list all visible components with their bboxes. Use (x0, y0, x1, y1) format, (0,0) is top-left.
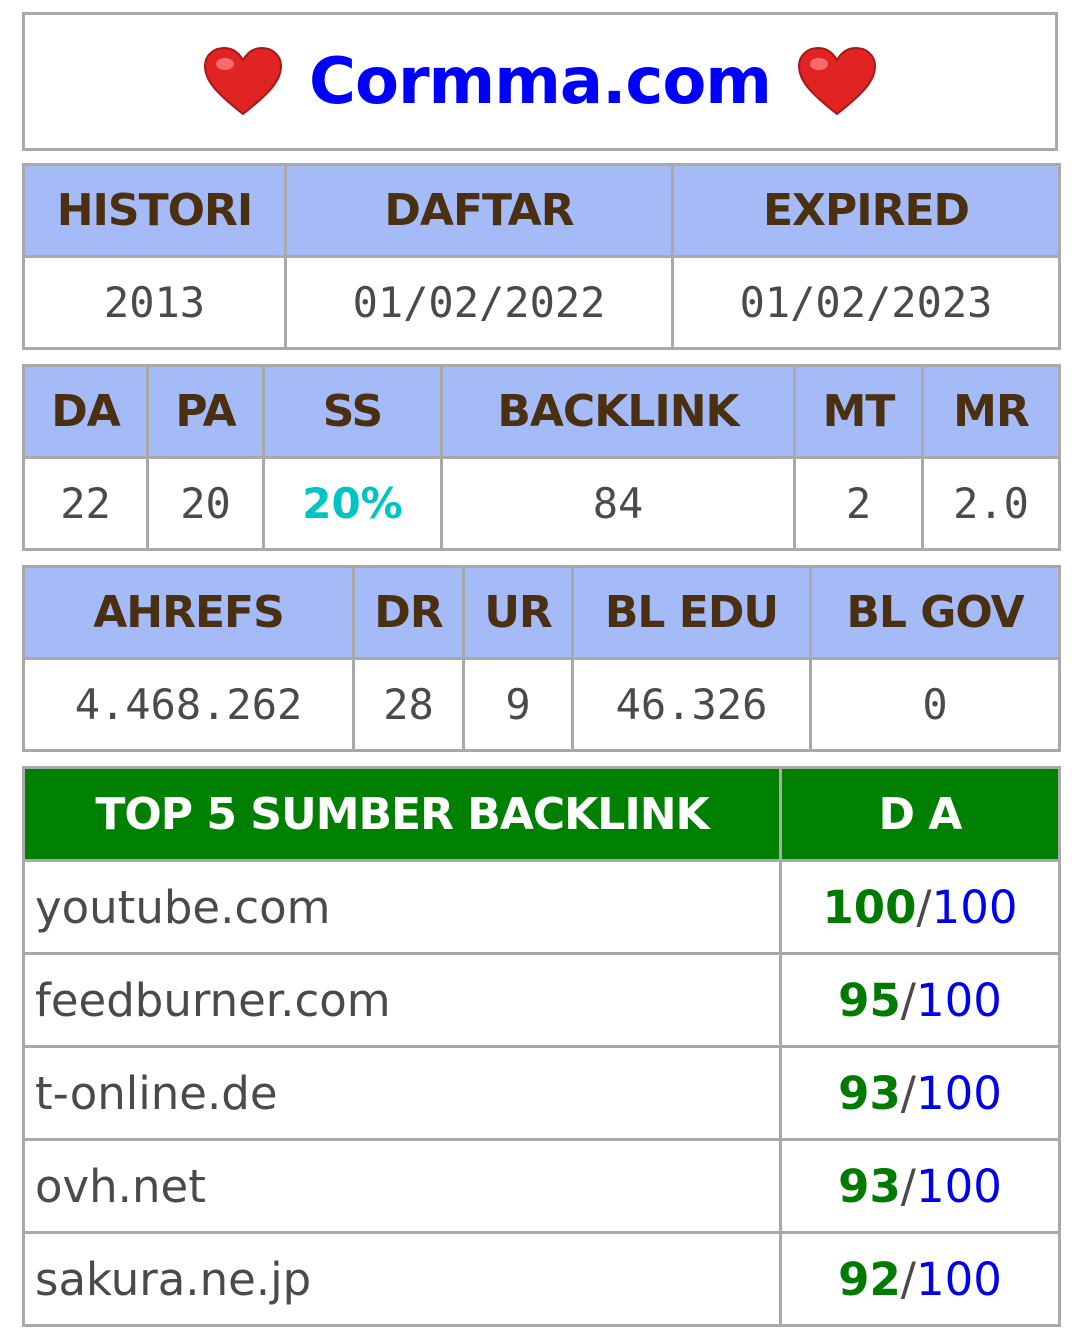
da-score: 93 (838, 1066, 901, 1120)
histori-value: 2013 (22, 255, 287, 350)
da-separator: / (900, 973, 916, 1027)
header-da: D A (779, 766, 1061, 862)
backlink-da: 93/100 (779, 1045, 1061, 1141)
table-header-row: AHREFS DR UR BL EDU BL GOV (22, 565, 1061, 660)
header-top-sources: TOP 5 SUMBER BACKLINK (22, 766, 782, 862)
da-max: 100 (931, 880, 1018, 934)
da-max: 100 (915, 1066, 1002, 1120)
backlink-da: 95/100 (779, 952, 1061, 1048)
da-max: 100 (915, 973, 1002, 1027)
mr-value: 2.0 (921, 456, 1061, 551)
table-row: t-online.de 93/100 (22, 1045, 1061, 1141)
registration-table: HISTORI DAFTAR EXPIRED 2013 01/02/2022 0… (22, 163, 1061, 350)
ur-value: 9 (462, 657, 574, 752)
backlink-domain: feedburner.com (22, 952, 782, 1048)
backlink-value: 84 (440, 456, 796, 551)
header-dr: DR (352, 565, 465, 660)
header-backlink: BACKLINK (440, 364, 796, 459)
header-pa: PA (146, 364, 265, 459)
table-row: feedburner.com 95/100 (22, 952, 1061, 1048)
table-header-row: TOP 5 SUMBER BACKLINK D A (22, 766, 1061, 862)
site-title: Cormma.com (309, 44, 772, 119)
mt-value: 2 (793, 456, 924, 551)
header-ur: UR (462, 565, 574, 660)
header-mr: MR (921, 364, 1061, 459)
backlink-da: 93/100 (779, 1138, 1061, 1234)
backlink-domain: t-online.de (22, 1045, 782, 1141)
dr-value: 28 (352, 657, 465, 752)
da-score: 100 (822, 880, 917, 934)
header-mt: MT (793, 364, 924, 459)
da-score: 92 (838, 1252, 901, 1306)
daftar-value: 01/02/2022 (284, 255, 674, 350)
da-separator: / (900, 1159, 916, 1213)
expired-value: 01/02/2023 (671, 255, 1061, 350)
header-bl-edu: BL EDU (571, 565, 812, 660)
ahrefs-metrics-table: AHREFS DR UR BL EDU BL GOV 4.468.262 28 … (22, 565, 1061, 752)
da-separator: / (900, 1066, 916, 1120)
ahrefs-value: 4.468.262 (22, 657, 355, 752)
backlink-domain: ovh.net (22, 1138, 782, 1234)
ss-value: 20% (262, 456, 443, 551)
header-expired: EXPIRED (671, 163, 1061, 258)
da-score: 93 (838, 1159, 901, 1213)
heart-icon (797, 46, 876, 115)
table-row: youtube.com 100/100 (22, 859, 1061, 955)
header-da: DA (22, 364, 149, 459)
table-row: sakura.ne.jp 92/100 (22, 1231, 1061, 1327)
da-max: 100 (915, 1252, 1002, 1306)
backlink-da: 100/100 (779, 859, 1061, 955)
da-score: 95 (838, 973, 901, 1027)
header-bl-gov: BL GOV (809, 565, 1061, 660)
backlink-domain: youtube.com (22, 859, 782, 955)
header-histori: HISTORI (22, 163, 287, 258)
title-banner: Cormma.com (22, 12, 1058, 151)
table-row: 2013 01/02/2022 01/02/2023 (22, 255, 1061, 350)
top-backlink-table: TOP 5 SUMBER BACKLINK D A youtube.com 10… (22, 766, 1061, 1327)
header-ahrefs: AHREFS (22, 565, 355, 660)
da-value: 22 (22, 456, 149, 551)
da-separator: / (900, 1252, 916, 1306)
table-row: 4.468.262 28 9 46.326 0 (22, 657, 1061, 752)
bl-gov-value: 0 (809, 657, 1061, 752)
backlink-da: 92/100 (779, 1231, 1061, 1327)
da-separator: / (916, 880, 932, 934)
table-row: 22 20 20% 84 2 2.0 (22, 456, 1061, 551)
table-header-row: HISTORI DAFTAR EXPIRED (22, 163, 1061, 258)
table-header-row: DA PA SS BACKLINK MT MR (22, 364, 1061, 459)
bl-edu-value: 46.326 (571, 657, 812, 752)
table-row: ovh.net 93/100 (22, 1138, 1061, 1234)
moz-metrics-table: DA PA SS BACKLINK MT MR 22 20 20% 84 2 2… (22, 364, 1061, 551)
pa-value: 20 (146, 456, 265, 551)
heart-icon (204, 46, 283, 115)
header-ss: SS (262, 364, 443, 459)
backlink-domain: sakura.ne.jp (22, 1231, 782, 1327)
header-daftar: DAFTAR (284, 163, 674, 258)
da-max: 100 (915, 1159, 1002, 1213)
